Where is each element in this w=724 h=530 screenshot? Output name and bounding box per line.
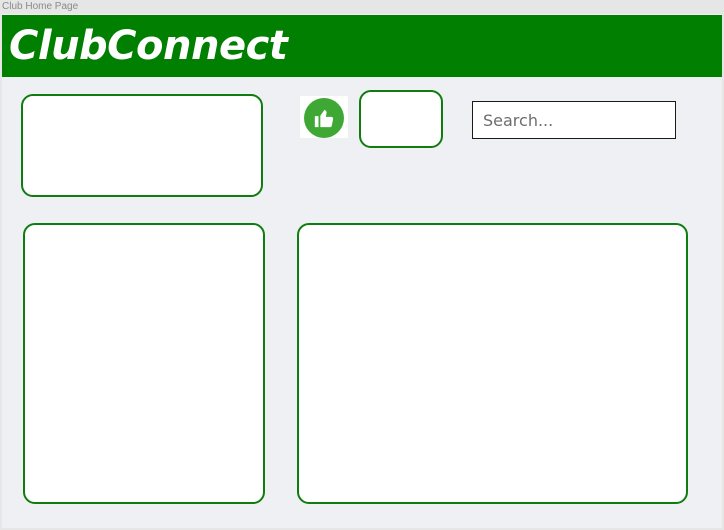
small-action-panel[interactable] (359, 90, 443, 148)
profile-panel (21, 94, 263, 197)
header-bar: ClubConnect (2, 15, 722, 77)
thumbs-up-icon (304, 98, 344, 138)
page-canvas: ClubConnect (2, 14, 722, 528)
main-content-panel (297, 223, 688, 504)
sidebar-panel (23, 223, 265, 504)
thumbs-up-glyph (314, 109, 334, 128)
window-title: Club Home Page (2, 1, 79, 12)
search-input[interactable] (472, 101, 676, 139)
like-button[interactable] (300, 96, 348, 138)
brand-title: ClubConnect (9, 23, 288, 69)
